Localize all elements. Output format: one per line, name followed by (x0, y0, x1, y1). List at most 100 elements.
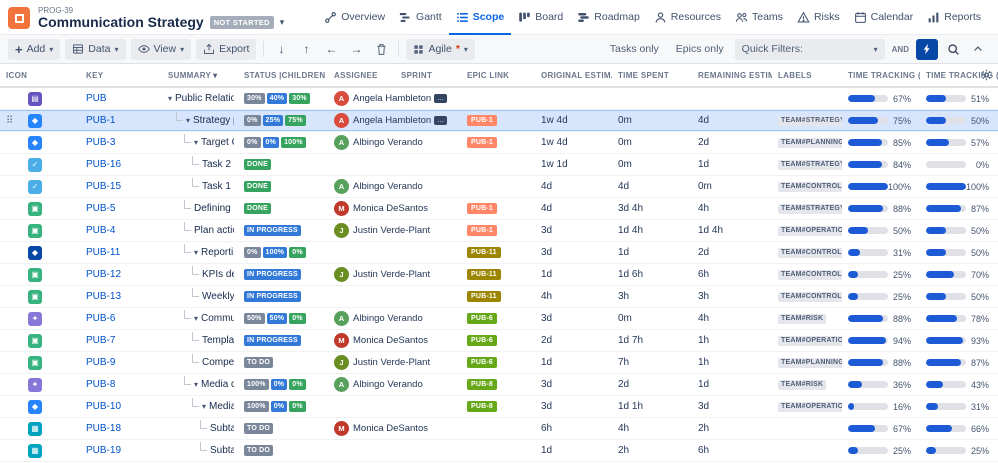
issue-key-link[interactable]: PUB-19 (86, 445, 121, 456)
table-row[interactable]: ✦PUB-8▾Media databas100%0%0%AAlbingo Ver… (0, 374, 998, 396)
status-badge[interactable]: 0% (244, 115, 261, 126)
status-badge[interactable]: 30% (289, 93, 310, 104)
label-badge[interactable]: TEAM#CONTROLLING (778, 270, 842, 280)
label-badge[interactable]: TEAM#OPERATION (778, 226, 842, 236)
table-row[interactable]: ▣PUB-7Template mIN PROGRESSMMonica DeSan… (0, 330, 998, 352)
status-badge[interactable]: 100% (263, 247, 288, 258)
table-row[interactable]: ▣PUB-12KPIs definitiIN PROGRESSJJustin V… (0, 264, 998, 286)
status-badge[interactable]: 75% (285, 115, 306, 126)
expand-chevron-icon[interactable]: ▾ (186, 116, 190, 125)
quick-filters-bolt-button[interactable] (916, 39, 938, 60)
move-down-button[interactable]: ↓ (271, 39, 291, 60)
tab-gantt[interactable]: Gantt (392, 1, 449, 35)
issue-key-link[interactable]: PUB-1 (86, 115, 115, 126)
status-badge[interactable]: TO DO (244, 445, 273, 456)
table-row[interactable]: ◆PUB-3▾Target Grou0%0%100%AAlbingo Veran… (0, 132, 998, 154)
table-row[interactable]: ▤PUB▾Public Relation pr30%40%30%AAngela … (0, 88, 998, 110)
issue-key-link[interactable]: PUB-18 (86, 423, 121, 434)
issue-key-link[interactable]: PUB-10 (86, 401, 121, 412)
table-row[interactable]: ✓PUB-16Task 2DONE1w 1d0m1dTEAM#STRATEGY8… (0, 154, 998, 176)
column-header-remaining-estimate[interactable]: REMAINING ESTIMATE (692, 64, 772, 86)
tasks-only-toggle[interactable]: Tasks only (604, 43, 665, 55)
expand-chevron-icon[interactable]: ▾ (194, 380, 198, 389)
issue-key-link[interactable]: PUB-9 (86, 357, 115, 368)
status-badge[interactable]: 0% (289, 401, 306, 412)
table-row[interactable]: ▣PUB-9CompetitorsTO DOJJustin Verde-Plan… (0, 352, 998, 374)
status-badge[interactable]: IN PROGRESS (244, 335, 301, 346)
table-row[interactable]: ▦PUB-19SubtaskTO DO1d2h6h25%25% (0, 440, 998, 462)
table-row[interactable]: ◆PUB-10▾Media datab100%0%0%PUB-83d1d 1h3… (0, 396, 998, 418)
epic-link-badge[interactable]: PUB-1 (467, 137, 497, 148)
issue-key-link[interactable]: PUB-5 (86, 203, 115, 214)
expand-chevron-icon[interactable]: ▾ (194, 248, 198, 257)
sort-chevron-icon[interactable]: ▾ (213, 71, 217, 80)
status-badge[interactable]: DONE (244, 203, 271, 214)
column-header-time-tracking-origin[interactable]: TIME TRACKING (ORIGIN (842, 64, 920, 86)
agile-view-button[interactable]: Agile * ▾ (406, 39, 474, 60)
collapse-toolbar-button[interactable] (968, 39, 988, 60)
epic-link-badge[interactable]: PUB-11 (467, 291, 501, 302)
issue-key-link[interactable]: PUB-13 (86, 291, 121, 302)
expand-chevron-icon[interactable]: ▾ (202, 402, 206, 411)
status-badge[interactable]: 0% (271, 401, 288, 412)
epic-link-badge[interactable]: PUB-6 (467, 335, 497, 346)
issue-key-link[interactable]: PUB-6 (86, 313, 115, 324)
table-row[interactable]: ▣PUB-4Plan actionsIN PROGRESSJJustin Ver… (0, 220, 998, 242)
issue-key-link[interactable]: PUB-7 (86, 335, 115, 346)
expand-chevron-icon[interactable]: ▾ (194, 138, 198, 147)
tab-board[interactable]: Board (511, 1, 570, 35)
drag-handle-icon[interactable]: ⠿ (6, 115, 13, 126)
epic-link-badge[interactable]: PUB-1 (467, 115, 497, 126)
status-badge[interactable]: DONE (244, 159, 271, 170)
app-logo[interactable] (8, 7, 30, 29)
status-badge[interactable]: IN PROGRESS (244, 225, 301, 236)
tab-roadmap[interactable]: Roadmap (570, 1, 647, 35)
export-button[interactable]: Export (196, 39, 256, 60)
tab-reports[interactable]: Reports (920, 1, 988, 35)
status-badge[interactable]: 0% (289, 379, 306, 390)
view-button[interactable]: View ▾ (131, 39, 192, 60)
label-badge[interactable]: TEAM#CONTROLLING (778, 292, 842, 302)
label-badge[interactable]: TEAM#STRATEGY (778, 204, 842, 214)
status-badge[interactable]: 0% (244, 137, 261, 148)
outdent-button[interactable]: ← (321, 39, 341, 60)
issue-key-link[interactable]: PUB-8 (86, 379, 115, 390)
epic-link-badge[interactable]: PUB-11 (467, 247, 501, 258)
tab-risks[interactable]: Risks (790, 1, 847, 35)
search-button[interactable] (943, 39, 963, 60)
label-badge[interactable]: TEAM#OPERATION (778, 402, 842, 412)
issue-key-link[interactable]: PUB-4 (86, 225, 115, 236)
table-row[interactable]: ▣PUB-13Weekly repoIN PROGRESSPUB-114h3h3… (0, 286, 998, 308)
expand-chevron-icon[interactable]: ▾ (168, 94, 172, 103)
status-badge[interactable]: TO DO (244, 423, 273, 434)
status-badge[interactable]: 30% (244, 93, 265, 104)
column-header-icon[interactable]: ICON (0, 64, 80, 86)
status-badge[interactable]: DONE (244, 181, 271, 192)
delete-button[interactable] (371, 39, 391, 60)
column-header-assignee[interactable]: ASSIGNEE (328, 64, 395, 86)
status-badge[interactable]: 0% (289, 247, 306, 258)
issue-key-link[interactable]: PUB-12 (86, 269, 121, 280)
epic-link-badge[interactable]: PUB-1 (467, 203, 497, 214)
issue-key-link[interactable]: PUB-11 (86, 247, 120, 258)
status-badge[interactable]: IN PROGRESS (244, 291, 301, 302)
table-row[interactable]: ✓PUB-15Task 1DONEAAlbingo Verando4d4d0mT… (0, 176, 998, 198)
label-badge[interactable]: TEAM#OPERATION (778, 336, 842, 346)
label-badge[interactable]: TEAM#CONTROLLING (778, 182, 842, 192)
label-badge[interactable]: TEAM#PLANNING (778, 358, 842, 368)
label-badge[interactable]: TEAM#PLANNING (778, 138, 842, 148)
add-button[interactable]: + Add ▾ (8, 39, 60, 60)
epic-link-badge[interactable]: PUB-11 (467, 269, 501, 280)
column-header-sprint[interactable]: SPRINT (395, 64, 461, 86)
status-badge[interactable]: 40% (267, 93, 288, 104)
label-badge[interactable]: TEAM#STRATEGY (778, 116, 842, 126)
status-badge[interactable]: 100% (244, 379, 269, 390)
column-settings-gear-icon[interactable] (980, 69, 993, 82)
column-header-original-estimate[interactable]: ORIGINAL ESTIMATE (535, 64, 612, 86)
label-badge[interactable]: TEAM#RISK (778, 314, 826, 324)
epic-link-badge[interactable]: PUB-6 (467, 313, 497, 324)
tab-resources[interactable]: Resources (647, 1, 728, 35)
epic-link-badge[interactable]: PUB-8 (467, 401, 497, 412)
status-badge[interactable]: 0% (244, 247, 261, 258)
status-badge[interactable]: 100% (281, 137, 306, 148)
